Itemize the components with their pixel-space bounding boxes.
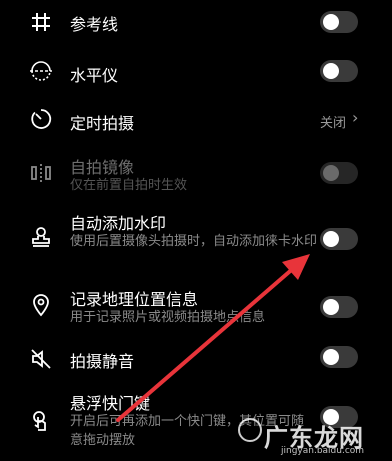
setting-label: 自动添加水印 — [70, 214, 167, 233]
toggle-knob — [323, 299, 339, 315]
setting-description: 使用后置摄像头拍摄时，自动添加徕卡水印 — [70, 234, 318, 249]
level-toggle[interactable] — [320, 60, 358, 82]
setting-label: 定时拍摄 — [70, 114, 135, 133]
setting-row-mirror: 自拍镜像 仅在前置自拍时生效 — [0, 150, 392, 198]
mute-toggle[interactable] — [320, 346, 358, 368]
setting-row-watermark[interactable]: 自动添加水印 使用后置摄像头拍摄时，自动添加徕卡水印 — [0, 204, 392, 270]
setting-row-level[interactable]: 水平仪 — [0, 48, 392, 92]
mirror-icon — [28, 160, 54, 186]
location-toggle[interactable] — [320, 296, 358, 318]
toggle-knob — [323, 14, 339, 30]
touch-icon — [28, 408, 54, 434]
location-pin-icon — [28, 292, 54, 318]
setting-label: 记录地理位置信息 — [70, 290, 199, 309]
timer-icon — [28, 106, 54, 132]
setting-label: 拍摄静音 — [70, 352, 135, 371]
setting-row-mute[interactable]: 拍摄静音 — [0, 340, 392, 380]
setting-description: 仅在前置自拍时生效 — [70, 178, 188, 193]
chevron-right-icon: › — [352, 108, 359, 127]
watermark-toggle[interactable] — [320, 228, 358, 250]
setting-row-grid[interactable]: 参考线 — [0, 0, 392, 44]
grid-icon — [28, 9, 54, 35]
level-icon — [28, 58, 54, 84]
setting-row-timer[interactable]: 定时拍摄 关闭 › — [0, 98, 392, 142]
grid-toggle[interactable] — [320, 11, 358, 33]
timer-value: 关闭 — [320, 116, 347, 131]
toggle-knob — [323, 231, 339, 247]
setting-label: 参考线 — [70, 15, 119, 34]
mute-icon — [28, 346, 54, 372]
setting-label: 水平仪 — [70, 66, 119, 85]
watermark-logo — [238, 418, 262, 442]
mirror-toggle — [320, 162, 358, 184]
setting-row-location[interactable]: 记录地理位置信息 用于记录照片或视频拍摄地点信息 — [0, 280, 392, 330]
toggle-knob — [323, 63, 339, 79]
stamp-icon — [28, 224, 54, 250]
toggle-knob — [323, 165, 339, 181]
toggle-knob — [323, 349, 339, 365]
setting-label: 自拍镜像 — [70, 158, 135, 177]
setting-label: 悬浮快门键 — [70, 394, 151, 413]
watermark-url: jingyan.baidu.com — [281, 446, 365, 456]
setting-description: 用于记录照片或视频拍摄地点信息 — [70, 310, 266, 325]
